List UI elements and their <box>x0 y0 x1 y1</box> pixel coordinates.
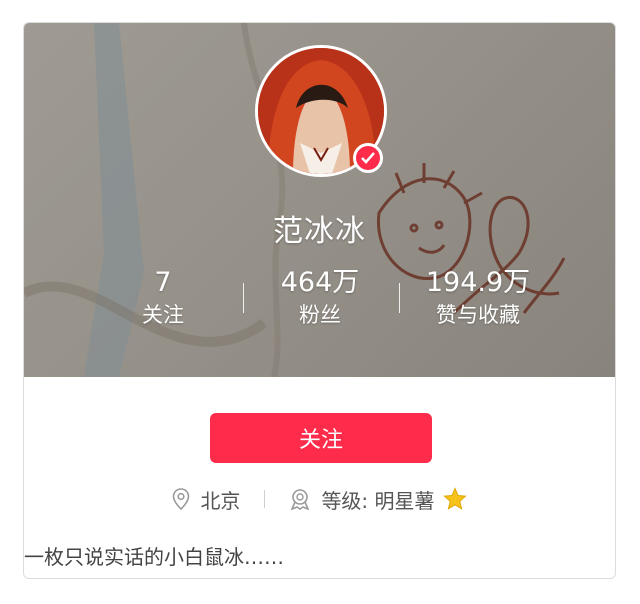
avatar-container[interactable] <box>255 45 387 177</box>
stats-divider <box>399 283 400 313</box>
profile-meta-row: 北京 等级: 明星薯 <box>24 483 615 515</box>
meta-divider <box>264 490 266 508</box>
stat-followers[interactable]: 464万 粉丝 <box>240 268 400 330</box>
level-badge-icon <box>289 488 311 510</box>
follow-button[interactable]: 关注 <box>210 413 432 463</box>
stat-followers-label: 粉丝 <box>299 303 341 327</box>
star-icon <box>442 487 467 511</box>
level-text: 等级: 明星薯 <box>321 488 435 513</box>
profile-cover: 范冰冰 7 关注 464万 粉丝 194.9万 赞与收藏 <box>24 23 615 377</box>
stat-followers-count: 464万 <box>280 267 360 298</box>
stat-likes-collects[interactable]: 194.9万 赞与收藏 <box>398 268 558 330</box>
location-pin-icon <box>172 488 190 510</box>
verified-check-icon <box>353 143 383 173</box>
stats-row: 7 关注 464万 粉丝 194.9万 赞与收藏 <box>24 268 615 338</box>
stat-following[interactable]: 7 关注 <box>83 268 243 330</box>
location-text: 北京 <box>200 488 241 513</box>
stats-divider <box>243 283 244 313</box>
profile-name: 范冰冰 <box>273 214 366 249</box>
stat-likes-count: 194.9万 <box>425 267 531 298</box>
profile-bio: 一枚只说实话的小白鼠冰…… <box>24 545 284 569</box>
profile-card: 范冰冰 7 关注 464万 粉丝 194.9万 赞与收藏 关注 北京 等级: 明… <box>23 22 616 579</box>
stat-following-label: 关注 <box>142 303 184 327</box>
stat-likes-label: 赞与收藏 <box>436 303 520 327</box>
stat-following-count: 7 <box>154 267 172 298</box>
